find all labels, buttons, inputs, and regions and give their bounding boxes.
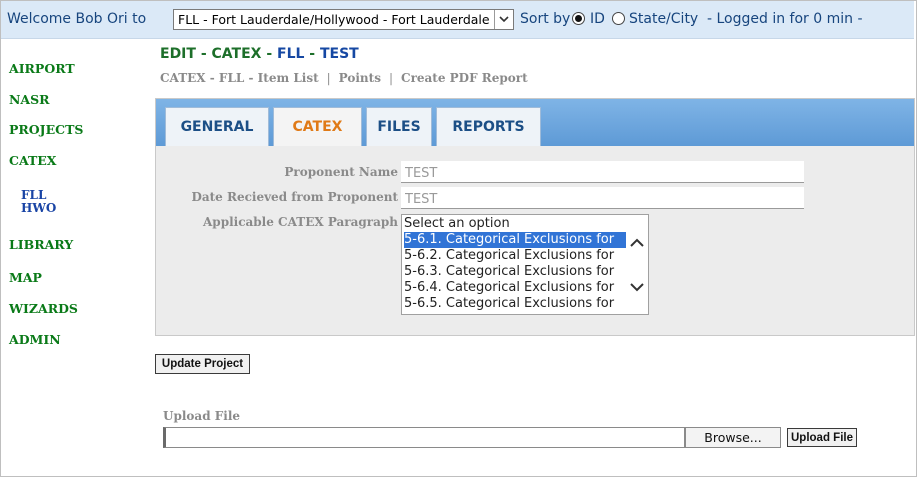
sidebar-item-wizards[interactable]: WIZARDS [9, 301, 78, 316]
proponent-name-label: Proponent Name [284, 165, 398, 179]
catex-paragraph-listbox[interactable]: Select an option 5-6.1. Categorical Excl… [401, 214, 649, 315]
listbox-option-selected[interactable]: 5-6.1. Categorical Exclusions for [404, 232, 627, 248]
link-separator: | [326, 71, 331, 85]
sort-option-id: ID [590, 11, 605, 27]
date-received-field[interactable] [401, 187, 804, 209]
tab-files[interactable]: FILES [366, 107, 432, 146]
sidebar-subitem-hwo[interactable]: HWO [21, 201, 56, 215]
sidebar-item-nasr[interactable]: NASR [9, 92, 50, 107]
sidebar-item-map[interactable]: MAP [9, 270, 42, 285]
sort-option-state-city: State/City [629, 11, 699, 27]
chevron-up-icon[interactable] [629, 233, 645, 252]
chevron-down-icon[interactable] [629, 277, 645, 296]
sidebar-item-library[interactable]: LIBRARY [9, 237, 73, 252]
listbox-option[interactable]: 5-6.3. Categorical Exclusions for [404, 264, 614, 280]
sidebar-item-catex[interactable]: CATEX [9, 153, 57, 168]
title-test: TEST [319, 46, 359, 62]
title-sep-1: - [195, 46, 212, 62]
sidebar-subitem-fll[interactable]: FLL [21, 188, 46, 202]
logged-in-text: - Logged in for 0 min - [707, 11, 863, 27]
sidebar-item-admin[interactable]: ADMIN [9, 332, 61, 347]
listbox-scrollbar[interactable] [626, 215, 648, 314]
upload-file-label: Upload File [163, 409, 241, 423]
sort-radio-state-city[interactable] [612, 12, 625, 25]
link-separator: | [388, 71, 394, 85]
upload-file-button[interactable]: Upload File [787, 428, 857, 447]
title-catex: CATEX [211, 46, 262, 62]
title-sep-3: - [304, 46, 320, 62]
top-bar: Welcome Bob Ori to FLL - Fort Lauderdale… [1, 1, 914, 39]
update-project-button[interactable]: Update Project [155, 354, 250, 374]
sort-label: Sort by [520, 11, 571, 27]
listbox-option[interactable]: Select an option [404, 216, 510, 232]
listbox-option[interactable]: 5-6.5. Categorical Exclusions for [404, 296, 614, 312]
item-list-link[interactable]: CATEX - FLL - Item List [160, 71, 319, 85]
title-edit: EDIT [160, 46, 196, 62]
chevron-down-icon[interactable] [494, 10, 513, 29]
title-fll: FLL [277, 46, 305, 62]
airport-select[interactable]: FLL - Fort Lauderdale/Hollywood - Fort L… [173, 9, 514, 30]
sidebar-item-airport[interactable]: AIRPORT [9, 61, 75, 76]
catex-paragraph-label: Applicable CATEX Paragraph [203, 215, 398, 229]
listbox-option[interactable]: 5-6.4. Categorical Exclusions for [404, 280, 614, 296]
tab-reports[interactable]: REPORTS [436, 107, 541, 146]
listbox-option[interactable]: 5-6.2. Categorical Exclusions for [404, 248, 614, 264]
page-title: EDIT - CATEX - FLL - TEST [160, 46, 359, 62]
sort-radio-id[interactable] [572, 12, 585, 25]
airport-select-value: FLL - Fort Lauderdale/Hollywood - Fort L… [178, 12, 490, 27]
create-pdf-report-link[interactable]: Create PDF Report [401, 71, 528, 85]
tab-bar: GENERAL CATEX FILES REPORTS [156, 99, 914, 146]
points-link[interactable]: Points [339, 71, 381, 85]
sidebar-item-projects[interactable]: PROJECTS [9, 122, 83, 137]
welcome-text: Welcome Bob Ori to [7, 11, 147, 27]
tab-catex[interactable]: CATEX [273, 107, 362, 146]
browse-button[interactable]: Browse... [685, 427, 781, 448]
date-received-label: Date Recieved from Proponent [191, 190, 398, 204]
tab-general[interactable]: GENERAL [165, 107, 269, 146]
file-path-field[interactable] [163, 427, 685, 448]
title-sep-2: - [261, 46, 278, 62]
proponent-name-field[interactable] [401, 161, 804, 183]
header-links: CATEX - FLL - Item List | Points | Create PD… [160, 71, 528, 85]
